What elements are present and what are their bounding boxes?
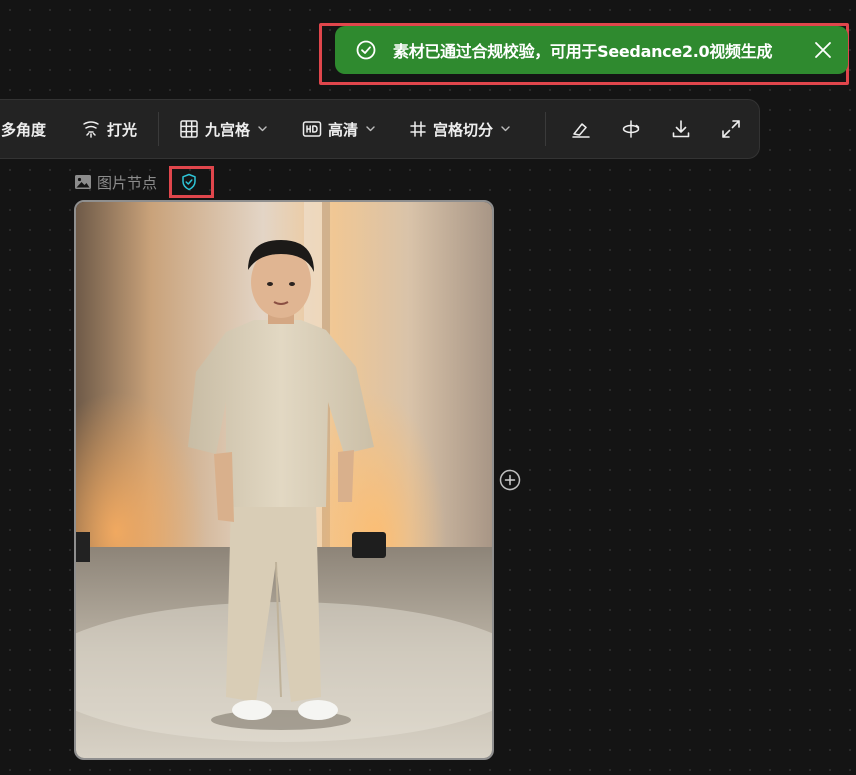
eraser-icon xyxy=(572,123,590,138)
plus-circle-icon[interactable] xyxy=(499,469,521,491)
toast-message: 素材已通过合规校验，可用于Seedance2.0视频生成 xyxy=(393,42,773,61)
grid-icon xyxy=(180,120,198,138)
toolbar-divider xyxy=(545,112,546,146)
flip-icon xyxy=(622,120,640,138)
nine-grid-dropdown[interactable]: 九宫格 xyxy=(179,100,267,158)
person-photo xyxy=(76,202,492,758)
flip-button[interactable] xyxy=(616,100,646,158)
close-icon[interactable] xyxy=(812,39,834,61)
hd-dropdown[interactable]: 高清 xyxy=(302,100,375,158)
grid-split-dropdown[interactable]: 宫格切分 xyxy=(409,100,510,158)
lighting-icon xyxy=(83,121,99,138)
chevron-down-icon xyxy=(258,126,267,132)
compliance-toast: 素材已通过合规校验，可用于Seedance2.0视频生成 xyxy=(335,26,848,74)
image-icon xyxy=(75,175,91,189)
nine-grid-label: 九宫格 xyxy=(205,120,251,139)
multi-angle-label: 多角度 xyxy=(1,120,47,139)
hd-icon xyxy=(302,121,322,137)
multi-angle-button[interactable]: 多角度 xyxy=(1,100,46,158)
lighting-label: 打光 xyxy=(107,120,138,139)
expand-button[interactable] xyxy=(716,100,746,158)
image-toolbar: 多角度 打光 九宫格 高清 宫格切分 xyxy=(0,99,760,159)
eraser-button[interactable] xyxy=(566,100,596,158)
image-node-title: 图片节点 xyxy=(74,170,157,194)
expand-icon xyxy=(722,120,740,138)
chevron-down-icon xyxy=(501,126,510,132)
grid-split-label: 宫格切分 xyxy=(433,120,494,139)
image-node-label: 图片节点 xyxy=(97,173,158,192)
shield-check-icon[interactable] xyxy=(180,173,198,191)
download-icon xyxy=(672,120,690,138)
chevron-down-icon xyxy=(366,126,375,132)
lighting-button[interactable]: 打光 xyxy=(81,100,137,158)
download-button[interactable] xyxy=(666,100,696,158)
image-node-canvas[interactable] xyxy=(74,200,494,760)
hash-icon xyxy=(410,121,426,137)
check-circle-icon xyxy=(356,40,376,60)
hd-label: 高清 xyxy=(328,120,359,139)
toolbar-divider xyxy=(158,112,159,146)
